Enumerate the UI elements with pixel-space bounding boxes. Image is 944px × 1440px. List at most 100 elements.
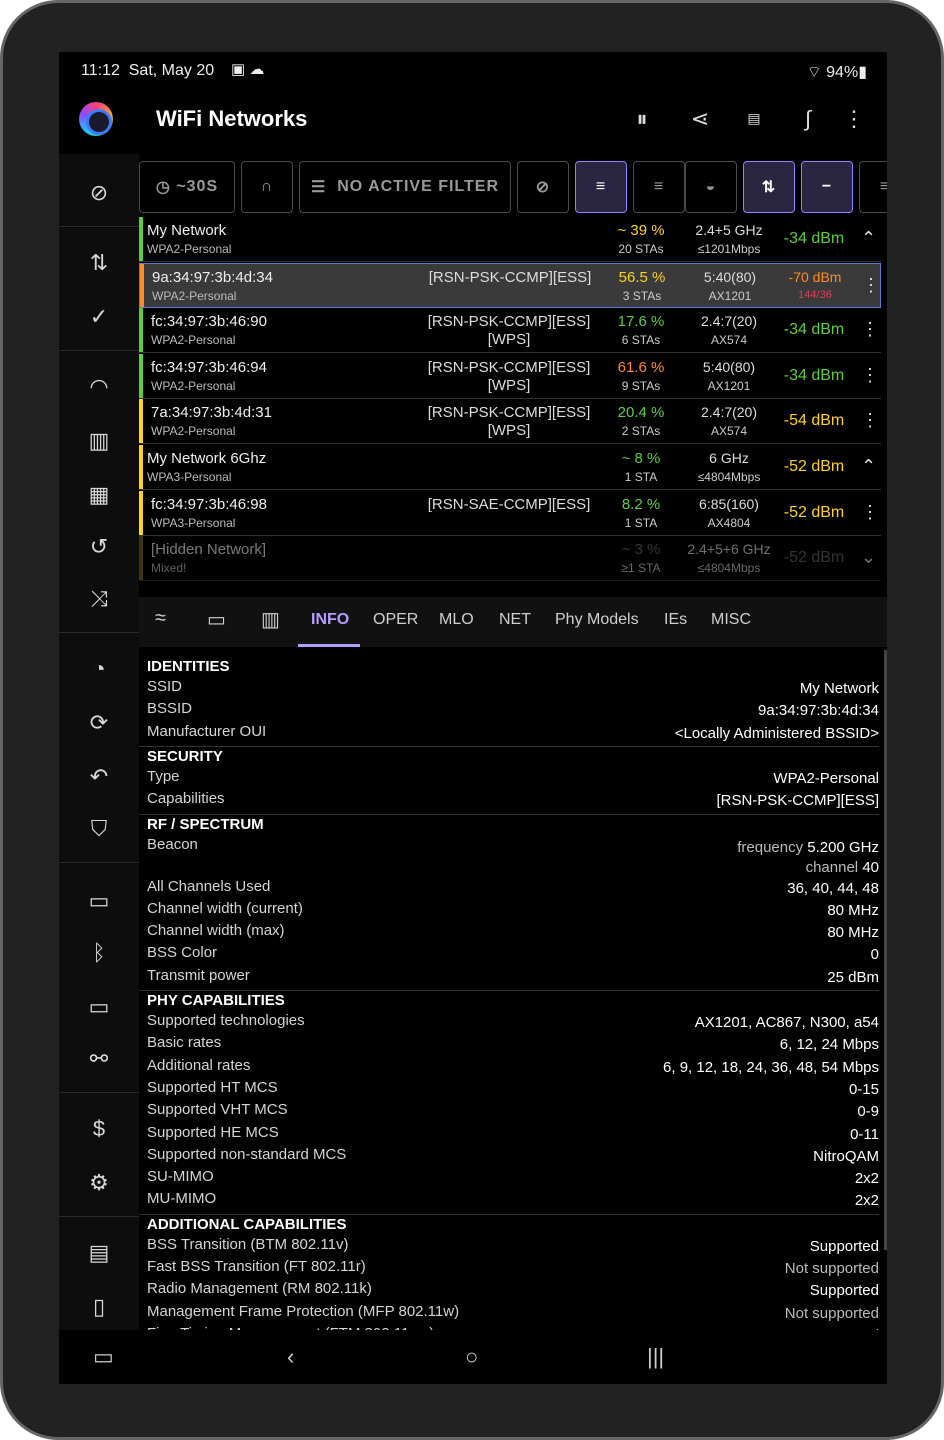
signal-color-bar: [140, 263, 144, 307]
tab-signal-chart[interactable]: ≈: [155, 607, 166, 630]
signal-color-bar: [139, 445, 143, 489]
filter-off-button[interactable]: ⊘: [517, 161, 569, 213]
signal-curve-button[interactable]: ∩: [241, 161, 293, 213]
info-scrollbar[interactable]: [884, 650, 887, 1250]
network-row[interactable]: fc:34:97:3b:46:94 WPA2-Personal [RSN-PSK-C…: [139, 353, 881, 399]
row-menu-icon[interactable]: ⋮: [861, 365, 879, 386]
network-name: 7a:34:97:3b:4d:31: [151, 404, 272, 422]
network-row[interactable]: 9a:34:97:3b:4d:34 WPA2-Personal [RSN-PSK-C…: [139, 262, 881, 308]
sort-direction-button[interactable]: ⇅: [743, 161, 795, 213]
network-row[interactable]: 7a:34:97:3b:4d:31 WPA2-Personal [RSN-PSK-C…: [139, 399, 881, 445]
tab-mlo[interactable]: MLO: [439, 611, 474, 629]
info-label: Supported HT MCS: [147, 1078, 278, 1096]
tab-misc[interactable]: MISC: [711, 611, 751, 629]
section-divider: [139, 745, 879, 747]
capabilities: [RSN-PSK-CCMP][ESS] [WPS]: [427, 358, 591, 394]
wifi-icon[interactable]: ◠: [79, 374, 119, 400]
expand-chevron-icon[interactable]: ⌃: [861, 456, 876, 477]
list-view-button[interactable]: ≡: [633, 161, 685, 213]
devices-icon[interactable]: ▭: [79, 888, 119, 914]
network-row[interactable]: fc:34:97:3b:46:98 WPA3-Personal [RSN-SAE-C…: [139, 490, 881, 536]
expand-chevron-icon[interactable]: ⌃: [861, 228, 876, 249]
home-icon[interactable]: ○: [465, 1344, 478, 1370]
station-count: 9 STAs: [621, 378, 661, 393]
tab-oper[interactable]: OPER: [373, 611, 418, 629]
document-icon[interactable]: ▯: [79, 1294, 119, 1320]
tab-phy-models[interactable]: Phy Models: [555, 611, 639, 629]
settings-gear-icon[interactable]: ⚙: [79, 1170, 119, 1196]
network-row[interactable]: fc:34:97:3b:46:90 WPA2-Personal [RSN-PSK-C…: [139, 308, 881, 354]
expand-chevron-icon[interactable]: ⌄: [861, 547, 876, 568]
incognito-button[interactable]: ◒: [685, 161, 737, 213]
tab-ies[interactable]: IEs: [664, 611, 687, 629]
sort-icon[interactable]: ⇅: [79, 250, 119, 276]
speedometer-icon[interactable]: ◔: [79, 656, 119, 682]
rssi-value: -52 dBm: [783, 549, 845, 567]
info-label: Type: [147, 767, 180, 785]
network-row[interactable]: My Network WPA2-Personal ~ 39 % 20 STAs 2.4+…: [139, 217, 881, 262]
filter-button[interactable]: ☰ NO ACTIVE FILTER: [299, 161, 511, 213]
signal-color-bar: [139, 217, 143, 261]
graph-icon[interactable]: ∫: [793, 106, 823, 132]
shield-icon[interactable]: ⛉: [79, 816, 119, 842]
check-icon[interactable]: ✓: [79, 304, 119, 330]
feedback-icon[interactable]: ▤: [79, 1240, 119, 1266]
scan-interval-button[interactable]: ◷ ~30S: [139, 161, 235, 213]
curve-icon: ∩: [260, 178, 274, 195]
info-label: Supported non-standard MCS: [147, 1145, 347, 1163]
csv-export-icon[interactable]: ▤: [739, 110, 769, 127]
tab-info[interactable]: INFO: [311, 611, 349, 629]
recents-icon[interactable]: |||: [647, 1344, 664, 1370]
sync-icon[interactable]: ⟳: [79, 710, 119, 736]
channel-utilization: 8.2 %: [621, 495, 661, 513]
tab-monitor[interactable]: ▭: [207, 607, 226, 632]
beacon-values: frequency 5.200 GHz channel 40: [737, 838, 879, 878]
page-title: WiFi Networks: [156, 106, 308, 131]
channel-chart-icon[interactable]: ▦: [79, 482, 119, 508]
tab-net[interactable]: NET: [499, 611, 531, 629]
signal-color-bar: [139, 490, 143, 535]
app-logo-icon[interactable]: [79, 102, 113, 136]
bluetooth-icon[interactable]: ᛒ: [79, 940, 119, 966]
info-value: 2x2: [854, 1192, 879, 1210]
info-label: Fast BSS Transition (FT 802.11r): [147, 1258, 366, 1275]
battery-text: 94%: [826, 64, 859, 81]
network-row[interactable]: [Hidden Network] Mixed! ~ 3 % ≥1 STA 2.4+5+6…: [139, 536, 881, 582]
group-button[interactable]: −: [801, 161, 853, 213]
row-menu-icon[interactable]: ⋮: [861, 410, 879, 431]
channel-utilization: 20.4 %: [617, 404, 665, 422]
tab-bars[interactable]: ▥: [261, 607, 280, 632]
rssi-value: -54 dBm: [783, 412, 845, 430]
roaming-icon[interactable]: ↺: [79, 534, 119, 560]
channel-utilization: ~ 8 %: [621, 450, 661, 467]
row-menu-icon[interactable]: ⋮: [861, 502, 879, 523]
shuffle-icon[interactable]: ⤨: [79, 586, 119, 612]
pulse-icon: ▭: [207, 609, 226, 631]
network-name: 9a:34:97:3b:4d:34: [152, 268, 273, 286]
sort-align-button[interactable]: ≡: [575, 161, 627, 213]
network-name: [Hidden Network]: [151, 541, 267, 559]
bar-chart-icon[interactable]: ▥: [79, 428, 119, 454]
webhook-icon[interactable]: ⚯: [79, 1046, 119, 1072]
network-row[interactable]: My Network 6Ghz WPA3-Personal ~ 8 % 1 STA 6 …: [139, 445, 881, 490]
dollar-icon[interactable]: $: [79, 1116, 119, 1142]
more-filter-button[interactable]: ≡: [859, 161, 887, 213]
no-location-icon[interactable]: ⊘: [79, 180, 119, 206]
monitor-icon[interactable]: ▭: [79, 994, 119, 1020]
info-value: 25 dBm: [827, 968, 879, 986]
channel-value: 40: [862, 858, 879, 876]
history-icon[interactable]: ↶: [79, 764, 119, 790]
row-menu-icon[interactable]: ⋮: [861, 319, 879, 340]
security-type: Mixed!: [151, 561, 187, 576]
align-right-icon: ≡: [595, 178, 607, 195]
back-icon[interactable]: ‹: [287, 1344, 294, 1370]
pause-icon[interactable]: ⏸: [627, 106, 657, 132]
standard-rate: AX1201: [708, 288, 752, 303]
taskbar-icon[interactable]: ▭: [93, 1344, 114, 1370]
overflow-menu-icon[interactable]: ⋮: [839, 106, 869, 132]
row-menu-icon[interactable]: ⋮: [862, 275, 880, 296]
info-label: All Channels Used: [147, 877, 271, 895]
security-type: WPA3-Personal: [151, 515, 236, 530]
info-value: NitroQAM: [813, 1147, 879, 1165]
share-icon[interactable]: ⋖: [685, 106, 715, 132]
